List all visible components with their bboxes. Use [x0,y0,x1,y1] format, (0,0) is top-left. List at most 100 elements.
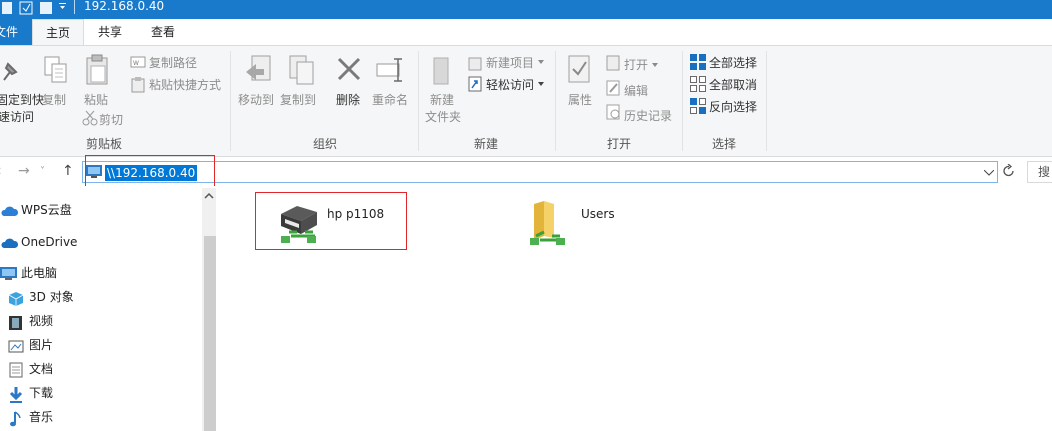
search-input[interactable]: 搜 [1027,161,1052,183]
copy-to-label: 复制到 [280,93,317,107]
recent-dropdown-icon[interactable]: ˅ [40,166,45,177]
chevron-down-icon [652,63,658,67]
copy-to-icon [289,55,314,85]
new-item-label: 新建项目 [486,56,535,70]
chevron-down-icon [538,82,544,86]
select-none-icon [690,76,706,92]
group-divider [766,51,767,151]
copy-path-icon: W [130,56,146,68]
highlight-box [85,155,215,187]
easy-access-label: 轻松访问 [486,78,535,92]
rename-label: 重命名 [372,93,409,107]
delete-x-icon [337,57,361,81]
nav-item-label: 视频 [29,314,54,328]
clipboard-group-label: 剪贴板 [86,137,123,151]
highlight-box [255,192,407,250]
nav-item-label: 音乐 [29,410,54,424]
history-icon [606,104,620,120]
move-to-label: 移动到 [238,93,275,107]
edit-label: 编辑 [624,84,649,98]
svg-text:W: W [133,60,139,67]
properties-label: 属性 [568,93,593,107]
documents-icon [9,362,23,378]
paste-icon [86,54,108,85]
video-icon [9,316,22,330]
copy-label: 复制 [42,93,67,107]
cloud-icon [1,206,18,216]
computer-icon [0,267,17,280]
tab-home[interactable]: 主页 [32,19,84,46]
tab-share[interactable]: 共享 [98,19,122,45]
ribbon: 固定到快 速访问 复制 粘贴 W 复制路径 粘贴快捷方式 剪切 剪贴板 移动到 … [0,45,1052,157]
network-item-label: Users [581,207,615,221]
download-icon [9,387,23,403]
select-all-icon [690,54,706,70]
new-item-icon [468,57,482,71]
delete-label: 删除 [336,93,361,107]
pin-label-line1: 固定到快 [0,93,45,107]
group-divider [682,51,683,151]
tab-file-label: 文件 [0,25,19,39]
nav-item-label: WPS云盘 [21,203,72,217]
invert-selection-label: 反向选择 [709,100,758,114]
rename-icon [376,58,402,82]
move-to-icon [246,55,271,81]
tab-file[interactable]: 文件 [0,19,32,45]
chevron-down-icon [538,60,544,64]
new-folder-label-line2: 文件夹 [425,110,462,124]
chevron-down-icon[interactable] [984,170,994,176]
refresh-icon[interactable] [1002,164,1016,178]
search-placeholder: 搜 [1038,165,1051,179]
forward-icon[interactable]: → [18,163,30,179]
tab-view[interactable]: 查看 [151,19,175,45]
properties-icon [568,55,590,83]
new-group-label: 新建 [474,137,499,151]
onedrive-icon [1,238,18,248]
group-divider [418,51,419,151]
select-all-label: 全部选择 [709,56,758,70]
tab-view-label: 查看 [151,25,176,39]
open-group-label: 打开 [607,137,632,151]
address-bar[interactable]: \\192.168.0.40 [82,161,998,183]
invert-selection-icon [690,98,706,114]
scroll-up-icon[interactable] [204,192,214,200]
new-folder-icon [433,57,449,85]
nav-scrollbar-thumb[interactable] [204,236,216,431]
quick-access-toolbar[interactable] [2,0,82,19]
up-arrow-icon[interactable]: ↑ [62,163,74,179]
copy-path-label: 复制路径 [149,56,198,70]
navigation-pane: WPS云盘 OneDrive 此电脑 3D 对象 视频 图片 文档 下载 音乐 [0,186,217,431]
group-divider [230,51,231,151]
nav-item-label: 3D 对象 [29,290,74,304]
nav-item-label: 下载 [29,386,54,400]
select-group-label: 选择 [712,137,737,151]
scissors-icon [82,110,98,126]
open-icon [606,55,620,71]
pin-label-line2: 速访问 [0,110,35,124]
shared-folder-icon [530,201,565,245]
back-icon[interactable]: ‹ [0,163,2,179]
title-bar: 192.168.0.40 [0,0,1052,19]
copy-icon [44,56,67,83]
pictures-icon [8,340,24,353]
paste-shortcut-label: 粘贴快捷方式 [149,78,222,92]
edit-icon [606,80,620,96]
window-title: 192.168.0.40 [84,0,165,13]
cut-label: 剪切 [99,113,124,127]
nav-item-label: 图片 [29,338,54,352]
network-item-users-share[interactable]: Users [528,198,628,248]
pin-icon [3,62,18,81]
tab-share-label: 共享 [98,25,123,39]
open-label: 打开 [624,58,649,72]
group-divider [555,51,556,151]
nav-item-label: OneDrive [21,235,78,249]
music-icon [10,411,21,427]
nav-item-label: 文档 [29,362,54,376]
new-folder-label-line1: 新建 [430,93,455,107]
ribbon-tabs: 文件 主页 共享 查看 [0,19,1052,46]
cube-3d-icon [8,292,24,306]
tab-home-label: 主页 [45,26,70,40]
organize-group-label: 组织 [313,137,338,151]
easy-access-icon [468,76,482,92]
nav-item-label: 此电脑 [21,266,58,280]
